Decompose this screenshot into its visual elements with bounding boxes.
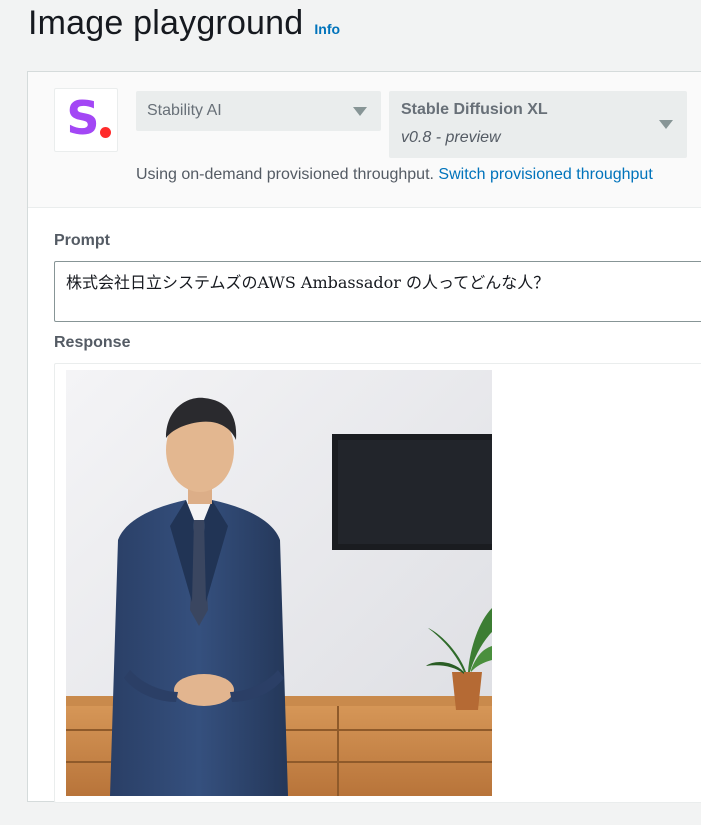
stability-ai-logo: S <box>54 88 118 152</box>
model-select-name: Stable Diffusion XL <box>401 101 548 118</box>
provider-select[interactable]: Stability AI <box>136 91 381 131</box>
generated-image <box>66 370 492 796</box>
model-select-version: v0.8 - preview <box>401 129 501 146</box>
logo-letter: S <box>66 91 100 145</box>
throughput-text: Using on-demand provisioned throughput. <box>136 166 439 183</box>
response-label: Response <box>54 334 131 351</box>
logo-dot <box>100 127 111 138</box>
model-select[interactable]: Stable Diffusion XL v0.8 - preview <box>389 91 687 158</box>
playground-panel: S Stability AI Stable Diffusion XL v0.8 … <box>27 71 701 803</box>
page-header: Image playground Info <box>28 4 340 48</box>
throughput-info: Using on-demand provisioned throughput. … <box>136 166 653 184</box>
switch-throughput-link[interactable]: Switch provisioned throughput <box>438 166 652 183</box>
image-playground-page: Image playground Info S Stability AI Sta… <box>0 0 701 825</box>
response-panel <box>54 363 701 803</box>
caret-down-icon <box>659 120 673 129</box>
model-selector-bar: S Stability AI Stable Diffusion XL v0.8 … <box>28 72 701 208</box>
caret-down-icon <box>353 107 367 116</box>
page-title: Image playground <box>28 4 304 42</box>
prompt-input[interactable]: 株式会社日立システムズのAWS Ambassador の人ってどんな人？ <box>54 261 701 322</box>
provider-select-value: Stability AI <box>147 102 222 119</box>
info-link[interactable]: Info <box>314 21 340 37</box>
prompt-label: Prompt <box>54 232 110 249</box>
